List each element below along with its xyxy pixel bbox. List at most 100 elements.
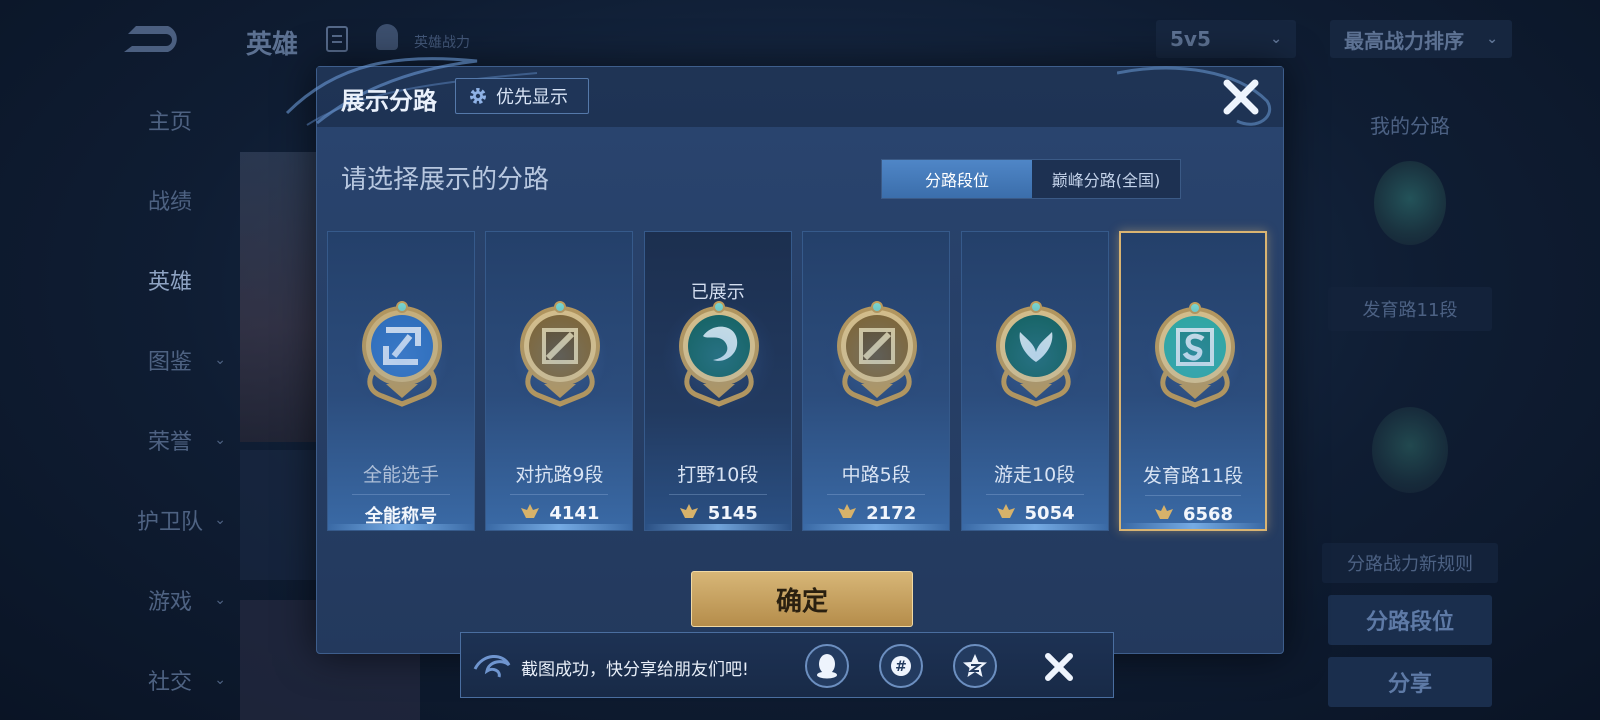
lane-tabs: 分路段位 巅峰分路(全国) (881, 159, 1181, 199)
sidebar-item[interactable]: 社交 ⌄ (100, 640, 240, 720)
lane-card[interactable]: 中路5段 2172 (802, 231, 951, 531)
card-bottom-glow (486, 524, 633, 530)
divider (985, 494, 1084, 495)
lane-card[interactable]: 对抗路9段 4141 (485, 231, 634, 531)
close-toast-icon[interactable] (1041, 649, 1077, 685)
roam-badge-icon (979, 300, 1092, 416)
lane-power-row: 5054 (962, 502, 1108, 525)
lane-power-value: 4141 (549, 503, 600, 524)
hero-page-title: 英雄 (246, 30, 299, 60)
mid-lane-badge-icon (821, 300, 934, 416)
lane-name: 发育路11段 (1142, 465, 1244, 487)
current-lane-label: 发育路11段 (1328, 287, 1492, 331)
my-lane-title: 我的分路 (1370, 114, 1450, 138)
chevron-down-icon: ⌄ (1486, 31, 1498, 47)
priority-display-button[interactable]: 优先显示 (455, 78, 589, 114)
sidebar-item-label: 游戏 (147, 590, 192, 615)
card-bottom-glow (803, 524, 950, 530)
sidebar-item-label: 荣誉 (147, 430, 192, 455)
wave-decoration-icon (473, 655, 511, 678)
tab-peak-lane[interactable]: 巅峰分路(全国) (1032, 160, 1180, 198)
lane-name: 全能选手 (362, 464, 439, 486)
lane-card[interactable]: 全能选手 全能称号 (327, 231, 475, 531)
share-button[interactable]: 分享 (1328, 657, 1492, 707)
jungle-badge-icon (662, 300, 775, 416)
card-bottom-glow (961, 524, 1108, 530)
sidebar-item[interactable]: 英雄 (100, 240, 240, 320)
select-lane-prompt: 请选择展示的分路 (341, 165, 550, 195)
badge-glow (979, 300, 1092, 412)
farm-lane-badge-icon (1374, 161, 1446, 245)
sidebar-item-label: 主页 (147, 110, 192, 135)
divider (352, 494, 450, 495)
mode-select[interactable]: 5v5 ⌄ (1156, 20, 1296, 58)
sidebar-item-label: 社交 (147, 670, 192, 695)
power-icon (519, 502, 541, 525)
divider (827, 494, 926, 495)
mode-select-value: 5v5 (1170, 27, 1211, 51)
svg-text:#: # (895, 659, 907, 675)
power-icon (995, 502, 1017, 525)
document-icon[interactable] (326, 26, 348, 52)
sidebar-item[interactable]: 图鉴 ⌄ (100, 320, 240, 400)
sort-select[interactable]: 最高战力排序 ⌄ (1330, 20, 1512, 58)
sidebar-item[interactable]: 战绩 (100, 160, 240, 240)
lane-card[interactable]: 游走10段 5054 (960, 231, 1109, 531)
lane-name: 对抗路9段 (515, 464, 604, 486)
sidebar: 主页 战绩 英雄 图鉴 ⌄ 荣誉 ⌄ 护卫队 ⌄ 游戏 ⌄ 社交 ⌄ (100, 80, 240, 720)
close-icon[interactable] (1219, 75, 1263, 119)
power-icon (836, 502, 858, 525)
sidebar-item[interactable]: 游戏 ⌄ (100, 560, 240, 640)
priority-display-label: 优先显示 (496, 87, 568, 108)
lane-display-dialog: 展示分路 优先显示 请选择展示的分路 分路段位 巅峰分路(全国) 全能选手 全能称… (285, 57, 1284, 654)
lane-power-row: 4141 (486, 502, 632, 525)
sidebar-item-label: 英雄 (147, 270, 192, 295)
jungle-badge-icon (1372, 407, 1448, 493)
my-lane-panel: 我的分路 发育路11段 分路战力新规则 分路段位 分享 (1322, 100, 1498, 707)
power-icon (678, 502, 700, 525)
sidebar-item-label: 护卫队 (136, 510, 203, 535)
confirm-button[interactable]: 确定 (691, 571, 913, 627)
chevron-down-icon: ⌄ (214, 512, 226, 528)
sidebar-item[interactable]: 护卫队 ⌄ (100, 480, 240, 560)
dialog-title: 展示分路 (341, 87, 437, 115)
lane-power-row: 2172 (803, 502, 949, 525)
gear-icon (470, 88, 486, 104)
lane-card[interactable]: 已展示 打野10段 5145 (643, 231, 792, 531)
game-logo-icon (124, 26, 177, 52)
sidebar-item-label: 图鉴 (147, 350, 192, 375)
card-bottom-glow (1121, 523, 1265, 529)
tab-lane-rank[interactable]: 分路段位 (882, 160, 1032, 198)
chevron-down-icon: ⌄ (1270, 31, 1282, 47)
badge-glow (662, 300, 775, 412)
screenshot-share-toast: 截图成功，快分享给朋友们吧! # (460, 632, 1114, 698)
divider (510, 494, 609, 495)
lane-name: 中路5段 (841, 464, 911, 486)
chevron-down-icon: ⌄ (214, 432, 226, 448)
badge-glow (346, 300, 458, 412)
chevron-down-icon: ⌄ (214, 352, 226, 368)
divider (668, 494, 767, 495)
clash-lane-badge-icon (504, 300, 617, 416)
sort-select-value: 最高战力排序 (1344, 28, 1464, 53)
lane-card-list: 全能选手 全能称号 对抗路9段 4141 已展示 打野10段 5145 中路5段 2172 (327, 231, 1275, 531)
qq-icon[interactable] (805, 644, 849, 688)
badge-glow (1139, 301, 1251, 413)
badge-glow (504, 300, 617, 412)
qzone-icon[interactable] (953, 644, 997, 688)
helmet-icon[interactable] (376, 24, 398, 50)
sidebar-item[interactable]: 荣誉 ⌄ (100, 400, 240, 480)
moments-icon[interactable]: # (879, 644, 923, 688)
lane-rule-button[interactable]: 分路战力新规则 (1322, 543, 1498, 583)
lane-name: 打野10段 (677, 464, 759, 486)
lane-card[interactable]: 发育路11段 6568 (1119, 231, 1267, 531)
sidebar-item[interactable]: 主页 (100, 80, 240, 160)
farm-lane-badge-icon (1139, 301, 1251, 417)
lane-power-value: 5054 (1024, 503, 1075, 524)
all-round-badge-icon (346, 300, 458, 416)
sidebar-item-label: 战绩 (147, 190, 192, 215)
badge-glow (821, 300, 934, 412)
hero-power-label[interactable]: 英雄战力 (414, 32, 470, 52)
lane-rank-button[interactable]: 分路段位 (1328, 595, 1492, 645)
card-bottom-glow (328, 524, 474, 530)
